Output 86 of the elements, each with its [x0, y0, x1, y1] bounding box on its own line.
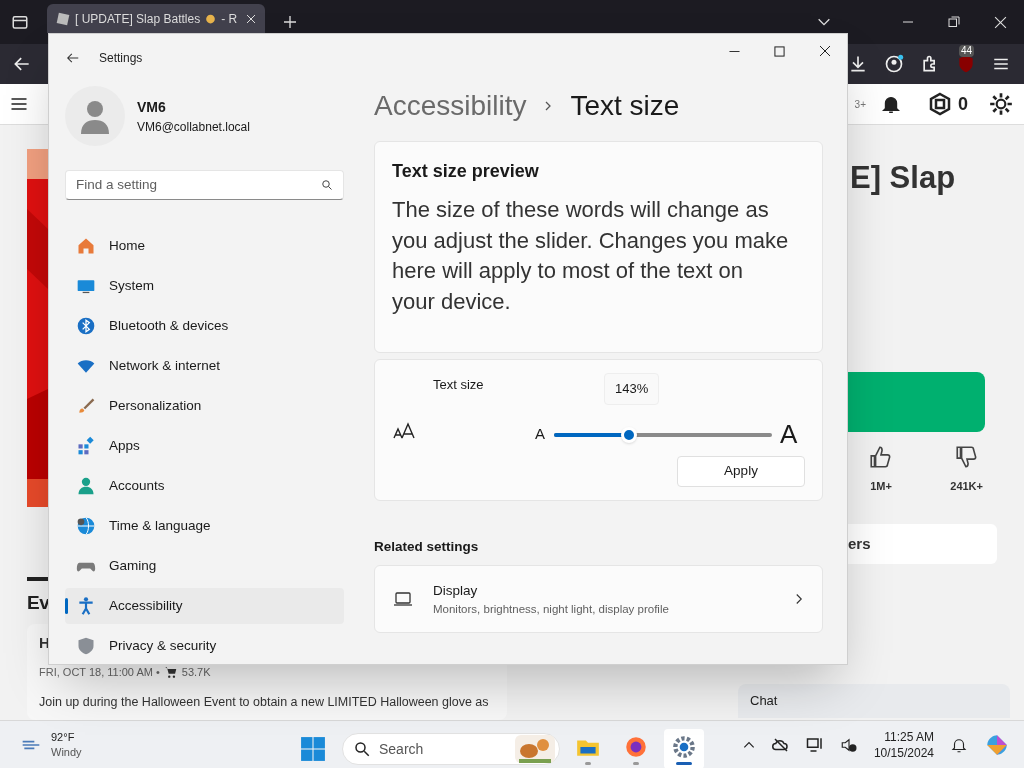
section-heading: Ev — [27, 591, 47, 615]
browser-tab[interactable]: [ UPDATE] Slap Battles - R — [47, 4, 265, 33]
small-a-label: A — [535, 424, 545, 445]
search-field[interactable]: Search — [342, 733, 560, 765]
row-subtitle: Monitors, brightness, night light, display profile — [433, 601, 669, 617]
nav-item[interactable]: System — [65, 268, 344, 304]
row-title: Display — [433, 581, 479, 600]
shield-icon — [76, 636, 96, 656]
apps-icon — [76, 436, 96, 456]
back-arrow-icon[interactable] — [66, 51, 80, 65]
dislike-count: 241K+ — [950, 478, 983, 494]
gear-icon — [671, 733, 697, 760]
new-tab-icon[interactable] — [282, 14, 298, 30]
home-icon — [76, 236, 96, 256]
search-placeholder: Find a setting — [76, 175, 158, 194]
start-icon[interactable] — [300, 736, 326, 762]
hexagon-coin-icon[interactable] — [928, 92, 952, 116]
preview-title: Text size preview — [392, 160, 540, 183]
paintbrush-icon — [76, 396, 96, 416]
maximize-icon[interactable] — [774, 45, 785, 57]
game-title: E] Slap — [849, 159, 957, 197]
avatar-icon — [65, 86, 125, 146]
close-icon[interactable] — [245, 12, 257, 25]
clock-time: 11:25 AM — [884, 728, 934, 745]
chat-title: Chat — [750, 692, 778, 711]
laptop-icon — [393, 591, 413, 608]
nav-item[interactable]: Home — [65, 228, 344, 264]
section-heading: Related settings — [374, 538, 480, 556]
card-title: ers — [848, 533, 871, 554]
nav-item[interactable]: Accessibility — [65, 588, 344, 624]
search-icon — [353, 740, 371, 758]
preview-text: The size of these words will change as you adjust the slider. Changes you make here will apply to most of the text on your device. — [392, 196, 790, 316]
account-email: VM6@collabnet.local — [137, 118, 250, 136]
like-count: 1M+ — [870, 478, 892, 494]
age-rating: 3+ — [854, 97, 866, 112]
setting-label: Text size — [433, 376, 484, 394]
taskbar-app-button[interactable] — [664, 729, 704, 768]
chevron-right-icon — [794, 593, 804, 606]
slider[interactable] — [554, 426, 772, 443]
network-icon[interactable] — [805, 735, 824, 754]
count-badge: 44 — [959, 45, 975, 57]
breadcrumb-link[interactable]: Accessibility — [374, 85, 527, 127]
account-name: VM6 — [137, 97, 167, 117]
weather-condition: Windy — [51, 744, 82, 760]
window-title: Settings — [99, 50, 143, 67]
temperature: 92°F — [51, 729, 76, 745]
large-a-label: A — [780, 418, 798, 451]
robux-balance: 0 — [958, 92, 968, 116]
game-favicon-icon — [55, 10, 71, 27]
restore-icon[interactable] — [948, 16, 960, 28]
settings-icon[interactable] — [988, 91, 1014, 117]
nav-item[interactable]: Accounts — [65, 468, 344, 504]
nav-item[interactable]: Network & internet — [65, 348, 344, 384]
slider-thumb[interactable] — [621, 426, 637, 443]
apply-button[interactable]: Apply — [677, 456, 805, 487]
page-title: Text size — [570, 89, 680, 123]
cloud-off-icon[interactable] — [771, 735, 790, 754]
nav-item[interactable]: Bluetooth & devices — [65, 308, 344, 344]
nav-item[interactable]: Privacy & security — [65, 628, 344, 664]
nav-item[interactable]: Personalization — [65, 388, 344, 424]
search-icon — [321, 179, 333, 191]
search-field[interactable]: Find a setting — [65, 170, 344, 200]
cart-icon — [163, 665, 178, 680]
tab-title: [ UPDATE] Slap Battles — [75, 10, 201, 28]
related-setting-row[interactable]: Display Monitors, brightness, night light, display profile — [374, 565, 823, 634]
slider-tooltip: 143% — [604, 373, 660, 405]
person-icon — [76, 476, 96, 496]
bluetooth-icon — [76, 316, 96, 336]
accessibility-icon — [76, 596, 96, 616]
tab-title: - R — [221, 10, 238, 28]
nav-item[interactable]: Time & language — [65, 508, 344, 544]
clock-date: 10/15/2024 — [873, 744, 934, 761]
event-description: Join up during the Halloween Event to obtain a new LIMITED Halloween glove as — [39, 693, 490, 711]
nav-item[interactable]: Gaming — [65, 548, 344, 584]
close-icon[interactable] — [819, 45, 831, 57]
download-icon[interactable] — [848, 54, 868, 74]
tab-list-icon[interactable] — [11, 13, 29, 31]
event-date: FRI, OCT 18, 11:00 AM • — [39, 665, 160, 680]
nav-item[interactable]: Apps — [65, 428, 344, 464]
globe-clock-icon — [76, 516, 96, 536]
text-size-icon — [393, 422, 415, 440]
account-icon[interactable] — [884, 54, 904, 74]
visit-count: 53.7K — [181, 665, 211, 680]
selection-indicator — [65, 598, 68, 614]
search-placeholder: Search — [379, 739, 424, 759]
chat-bar[interactable]: Chat — [738, 684, 1010, 718]
